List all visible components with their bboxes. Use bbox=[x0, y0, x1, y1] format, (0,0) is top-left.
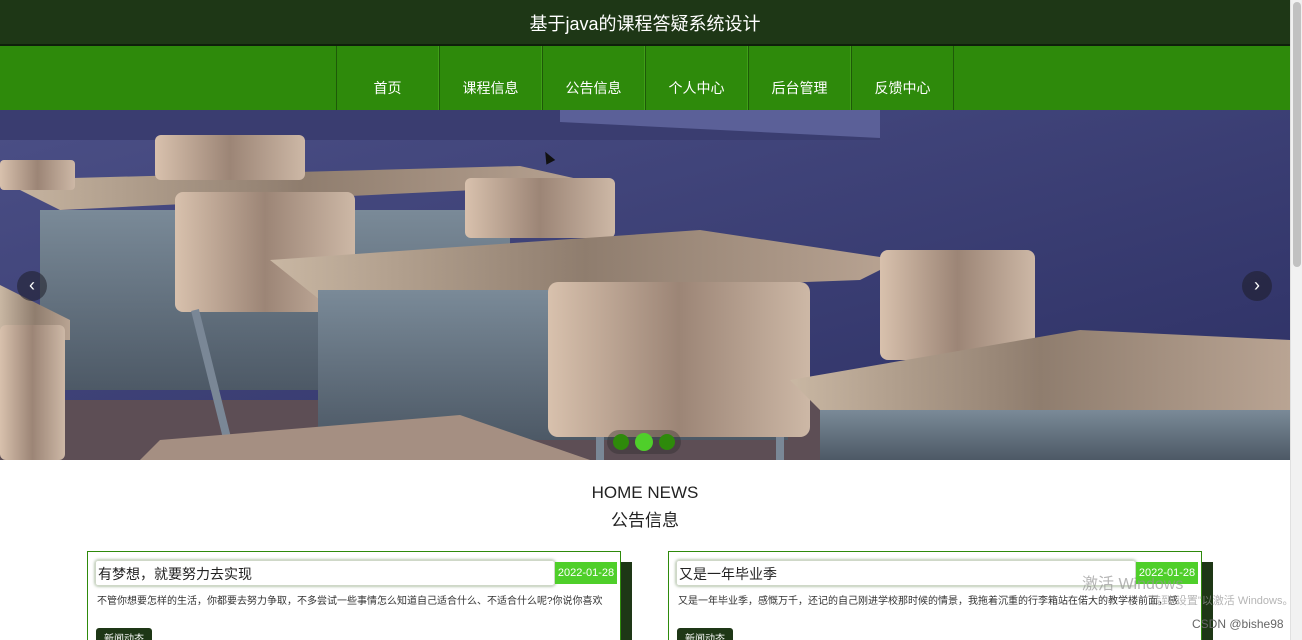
csdn-watermark: CSDN @bishe98 bbox=[1192, 617, 1284, 631]
carousel-dot[interactable] bbox=[659, 434, 675, 450]
news-summary: 又是一年毕业季，感慨万千，还记的自己刚进学校那时候的情景，我拖着沉重的行李箱站在… bbox=[678, 596, 1178, 607]
carousel-indicators bbox=[607, 430, 681, 454]
page-scrollbar[interactable] bbox=[1290, 0, 1302, 640]
nav-item-announcements[interactable]: 公告信息 bbox=[542, 46, 645, 110]
nav-item-admin[interactable]: 后台管理 bbox=[748, 46, 851, 110]
hero-carousel[interactable]: ‹ › bbox=[0, 110, 1290, 460]
nav-items: 首页 课程信息 公告信息 个人中心 后台管理 反馈中心 bbox=[336, 46, 954, 110]
carousel-next-button[interactable]: › bbox=[1242, 271, 1272, 301]
section-title-en: HOME NEWS bbox=[591, 483, 699, 502]
nav-item-profile[interactable]: 个人中心 bbox=[645, 46, 748, 110]
news-title[interactable]: 又是一年毕业季 bbox=[676, 560, 1136, 586]
nav-item-home[interactable]: 首页 bbox=[336, 46, 439, 110]
news-tag[interactable]: 新闻动态 bbox=[677, 628, 733, 640]
main-nav: 首页 课程信息 公告信息 个人中心 后台管理 反馈中心 bbox=[0, 46, 1290, 110]
carousel-prev-button[interactable]: ‹ bbox=[17, 271, 47, 301]
windows-activation-sub: 转到"设置"以激活 Windows。 bbox=[1150, 595, 1294, 607]
nav-item-feedback[interactable]: 反馈中心 bbox=[851, 46, 954, 110]
news-date-badge: 2022-01-28 bbox=[555, 562, 617, 584]
classroom-banner-image bbox=[0, 110, 1290, 460]
site-title: 基于java的课程答疑系统设计 bbox=[529, 14, 761, 34]
news-card[interactable]: 又是一年毕业季 2022-01-28 又是一年毕业季，感慨万千，还记的自己刚进学… bbox=[668, 551, 1213, 640]
windows-activation-title: 激活 Windows bbox=[1082, 576, 1184, 593]
nav-item-courses[interactable]: 课程信息 bbox=[439, 46, 542, 110]
news-card[interactable]: 有梦想，就要努力去实现 2022-01-28 不管你想要怎样的生活，你都要去努力… bbox=[87, 551, 632, 640]
carousel-dot-active[interactable] bbox=[635, 433, 653, 451]
news-tag[interactable]: 新闻动态 bbox=[96, 628, 152, 640]
news-summary: 不管你想要怎样的生活，你都要去努力争取，不多尝试一些事情怎么知道自己适合什么、不… bbox=[97, 596, 603, 607]
news-title[interactable]: 有梦想，就要努力去实现 bbox=[95, 560, 555, 586]
section-title-cn: 公告信息 bbox=[611, 511, 679, 530]
card-accent bbox=[621, 562, 632, 640]
carousel-dot[interactable] bbox=[613, 434, 629, 450]
site-header: 基于java的课程答疑系统设计 bbox=[0, 0, 1290, 46]
scrollbar-thumb[interactable] bbox=[1293, 2, 1301, 267]
